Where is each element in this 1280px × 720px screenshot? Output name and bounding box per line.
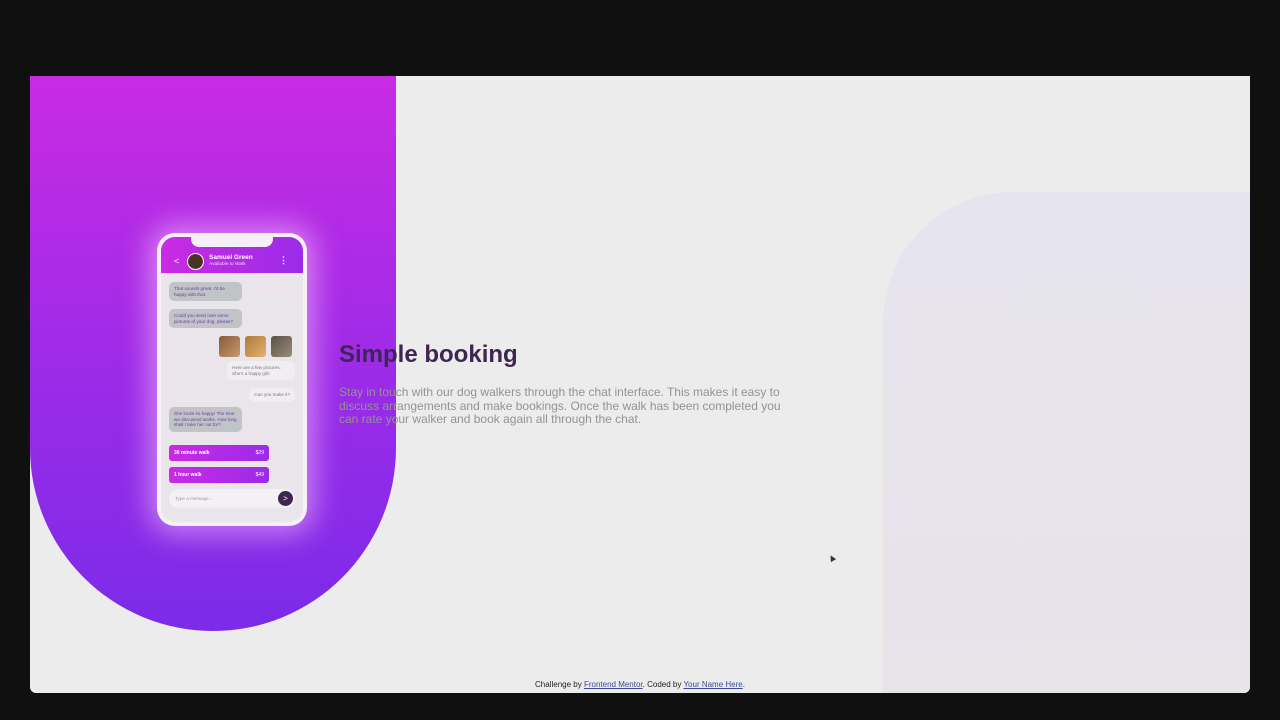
phone-notch (191, 237, 273, 247)
footer-prefix: Challenge by (535, 680, 584, 689)
phone-mockup: < Samuel Green Available to Walk ⋮ That … (157, 233, 307, 526)
message-incoming: She looks so happy! The time we discusse… (169, 407, 242, 433)
walk-option-price: $29 (255, 450, 264, 456)
send-button[interactable]: > (278, 491, 293, 506)
dog-photo[interactable] (271, 336, 292, 357)
page-title: Simple booking (339, 341, 518, 368)
walk-option-1hour[interactable]: 1 hour walk $49 (169, 467, 269, 483)
mouse-cursor-icon (827, 553, 837, 563)
message-input[interactable]: Type a message… > (169, 489, 295, 508)
message-incoming: Could you send over some pictures of you… (169, 309, 242, 329)
walk-option-label: 30 minute walk (174, 450, 210, 456)
walk-option-30min[interactable]: 30 minute walk $29 (169, 445, 269, 461)
footer-suffix: . (742, 680, 745, 689)
dog-photo[interactable] (219, 336, 240, 357)
page-canvas: < Samuel Green Available to Walk ⋮ That … (30, 76, 1250, 693)
frontend-mentor-link[interactable]: Frontend Mentor (584, 680, 643, 689)
author-link[interactable]: Your Name Here (683, 680, 742, 689)
footer-middle: . Coded by (642, 680, 684, 689)
dog-photo[interactable] (245, 336, 266, 357)
message-placeholder: Type a message… (175, 496, 214, 501)
message-outgoing: Can you make it? (249, 388, 295, 402)
walk-option-label: 1 hour walk (174, 472, 202, 478)
phone-screen: < Samuel Green Available to Walk ⋮ That … (161, 237, 303, 522)
contact-status: Available to Walk (209, 262, 246, 267)
avatar (187, 253, 204, 270)
message-outgoing: Here are a few pictures. She’s a happy g… (227, 361, 295, 381)
more-options-icon[interactable]: ⋮ (279, 255, 288, 266)
back-arrow-icon[interactable]: < (174, 256, 179, 266)
walk-option-price: $49 (255, 472, 264, 478)
contact-name: Samuel Green (209, 254, 253, 261)
message-incoming: That sounds great. I’d be happy with tha… (169, 282, 242, 302)
attribution-footer: Challenge by Frontend Mentor. Coded by Y… (30, 680, 1250, 689)
background-pattern-shape (883, 192, 1250, 693)
page-description: Stay in touch with our dog walkers throu… (339, 385, 781, 426)
